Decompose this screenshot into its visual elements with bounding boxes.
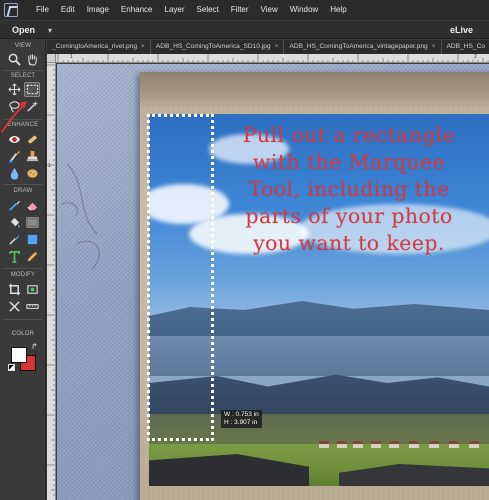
content-aware-move-icon[interactable]: [6, 299, 22, 314]
tab-label: ADB_HS_ComingToAmerica_SD10.jpg: [155, 43, 271, 50]
document-canvas[interactable]: W : 0.753 in H : 3.907 in Pull out a rec…: [57, 64, 489, 500]
eraser-tool-icon[interactable]: [24, 198, 40, 213]
menu-window[interactable]: Window: [284, 0, 324, 20]
app-logo-icon: [4, 3, 18, 17]
tab-label: ADB_HS_Co: [446, 43, 485, 50]
houses: [319, 434, 489, 448]
instruction-line: with the Marquee: [252, 150, 446, 174]
close-icon[interactable]: ×: [141, 40, 145, 54]
ruler-corner: [47, 54, 56, 63]
ruler-left[interactable]: 1: [47, 63, 56, 500]
menu-select[interactable]: Select: [191, 0, 225, 20]
house: [409, 441, 419, 448]
toolbox-divider: [3, 70, 43, 71]
open-button[interactable]: Open: [12, 23, 35, 38]
menu-bar: File Edit Image Enhance Layer Select Fil…: [0, 0, 489, 20]
eyedropper-tool-icon[interactable]: [6, 232, 22, 247]
kraft-torn-edge: [140, 72, 489, 108]
elive-button[interactable]: eLive: [450, 23, 473, 38]
tab-label: _ComingtoAmerica_rivet.png: [52, 43, 138, 50]
color-swatches[interactable]: ↱: [8, 343, 40, 373]
instruction-line: parts of your photo: [245, 204, 453, 228]
close-icon[interactable]: ×: [432, 40, 436, 54]
document-tabs: _ComingtoAmerica_rivet.png × ADB_HS_Comi…: [47, 40, 489, 54]
marquee-selection[interactable]: [147, 114, 214, 441]
options-bar: Open ▾ eLive: [0, 20, 489, 39]
house: [469, 441, 479, 448]
ruler-ticks: [47, 64, 55, 496]
ruler-number: 1: [70, 54, 73, 60]
toolbox-divider: [3, 268, 43, 269]
menu-layer[interactable]: Layer: [159, 0, 191, 20]
tab-vintagepaper[interactable]: ADB_HS_ComingToAmerica_vintagepaper.png …: [284, 40, 442, 54]
swap-colors-icon[interactable]: ↱: [31, 343, 38, 351]
house: [429, 441, 439, 448]
house: [337, 441, 347, 448]
menu-filter[interactable]: Filter: [225, 0, 255, 20]
paint-bucket-tool-icon[interactable]: [6, 215, 22, 230]
move-tool-icon[interactable]: [6, 82, 22, 97]
selection-dimensions-tooltip: W : 0.753 in H : 3.907 in: [221, 410, 262, 428]
toolbox-divider: [3, 319, 43, 320]
menu-enhance[interactable]: Enhance: [115, 0, 159, 20]
type-tool-icon[interactable]: [6, 249, 22, 264]
zoom-tool-icon[interactable]: [6, 52, 22, 67]
instruction-line: you want to keep.: [253, 231, 445, 255]
house: [389, 441, 399, 448]
straighten-tool-icon[interactable]: [24, 299, 40, 314]
sponge-tool-icon[interactable]: [24, 166, 40, 181]
smart-brush-icon[interactable]: [6, 149, 22, 164]
ruler-ticks: [57, 54, 489, 62]
blur-tool-icon[interactable]: [6, 166, 22, 181]
background-doodle: [61, 163, 100, 270]
house: [319, 441, 329, 448]
default-colors-icon[interactable]: [8, 364, 15, 371]
rectangular-marquee-tool-icon[interactable]: [24, 82, 40, 97]
clone-stamp-tool-icon[interactable]: [24, 149, 40, 164]
menu-view[interactable]: View: [255, 0, 284, 20]
annotation-arrow-icon: [1, 101, 27, 133]
close-icon[interactable]: ×: [275, 40, 279, 54]
menu-edit[interactable]: Edit: [55, 0, 81, 20]
ruler-number: 1: [48, 163, 51, 169]
recompose-tool-icon[interactable]: [24, 282, 40, 297]
house: [449, 441, 459, 448]
pencil-tool-icon[interactable]: [24, 249, 40, 264]
house: [353, 441, 363, 448]
section-draw-label: DRAW: [13, 188, 33, 194]
selection-width: W : 0.753 in: [224, 411, 259, 418]
tab-partial[interactable]: ADB_HS_Co: [442, 40, 489, 54]
house: [371, 441, 381, 448]
hand-tool-icon[interactable]: [24, 52, 40, 67]
ruler-top[interactable]: 1 2: [56, 54, 489, 63]
shape-tool-icon[interactable]: [24, 232, 40, 247]
menu-help[interactable]: Help: [324, 0, 352, 20]
tab-sd10[interactable]: ADB_HS_ComingToAmerica_SD10.jpg ×: [151, 40, 285, 54]
selection-height: H : 3.907 in: [224, 419, 258, 426]
brush-tool-icon[interactable]: [6, 198, 22, 213]
instruction-line: Tool, including the: [248, 177, 450, 201]
ruler-number: 2: [474, 54, 477, 60]
toolbox-divider: [3, 184, 43, 185]
foreground-color-swatch[interactable]: [11, 347, 27, 363]
menu-file[interactable]: File: [30, 0, 55, 20]
instruction-line: Pull out a rectangle: [242, 123, 456, 147]
tab-label: ADB_HS_ComingToAmerica_vintagepaper.png: [289, 43, 428, 50]
tab-rivet[interactable]: _ComingtoAmerica_rivet.png ×: [47, 40, 151, 54]
crop-tool-icon[interactable]: [6, 282, 22, 297]
open-dropdown-icon[interactable]: ▾: [48, 23, 52, 38]
section-view-label: VIEW: [14, 43, 32, 49]
section-modify-label: MODIFY: [10, 272, 36, 278]
menu-image[interactable]: Image: [81, 0, 115, 20]
section-color-label: COLOR: [11, 331, 35, 337]
section-select-label: SELECT: [10, 73, 36, 79]
instruction-text: Pull out a rectangle with the Marquee To…: [217, 122, 481, 257]
gradient-tool-icon[interactable]: [24, 215, 40, 230]
